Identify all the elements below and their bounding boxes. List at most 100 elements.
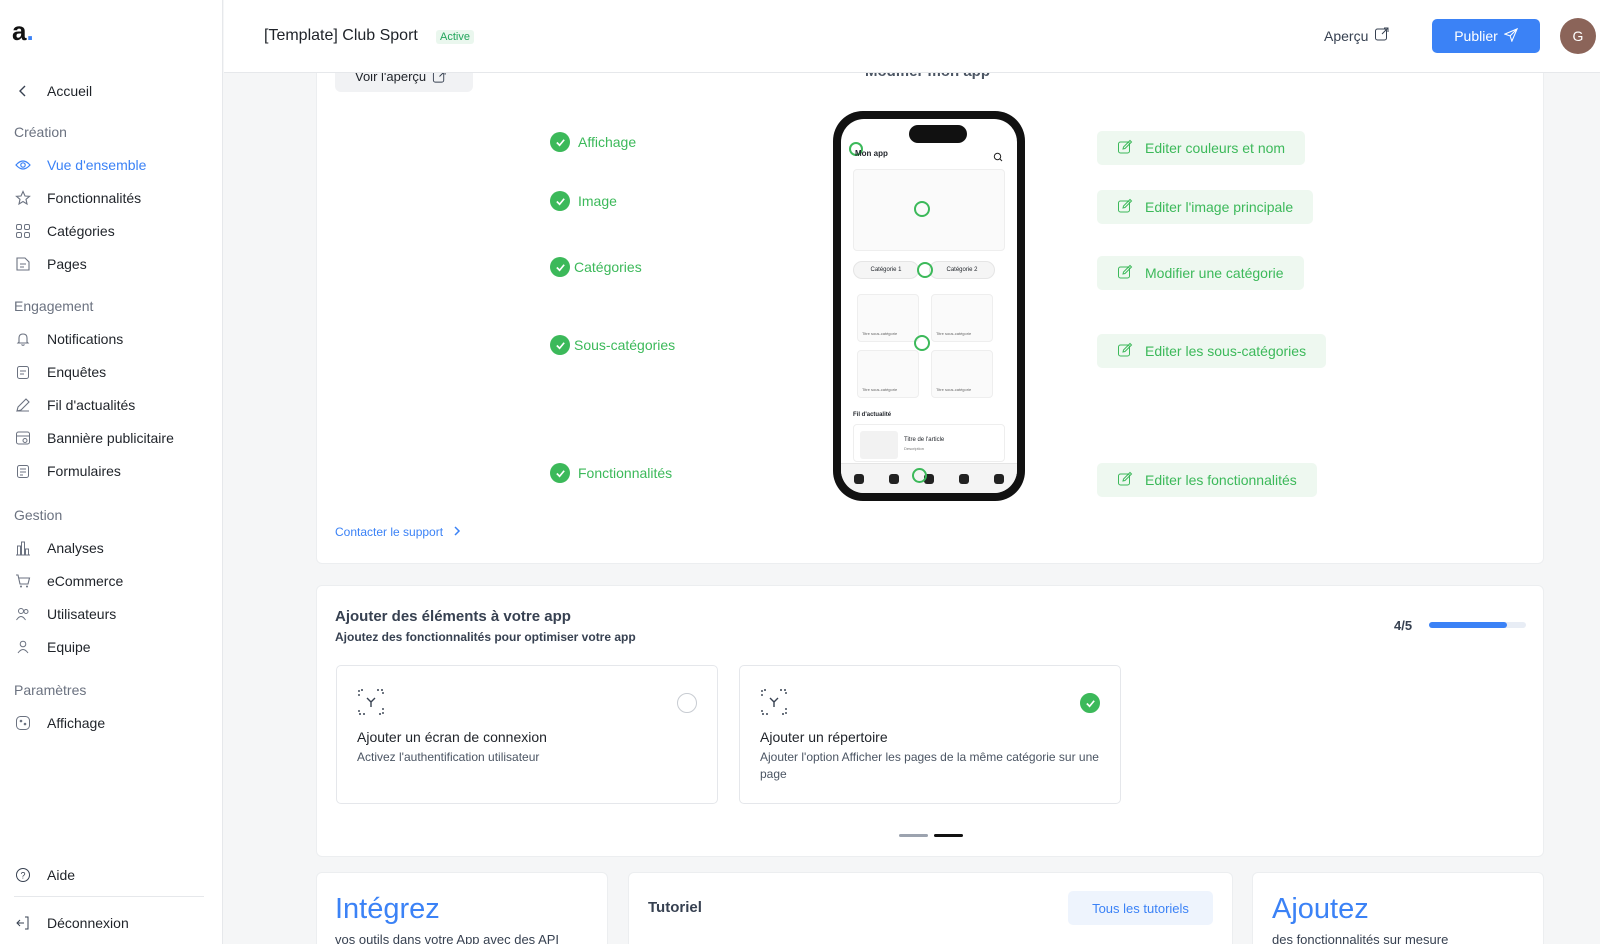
phone-article-title: Titre de l'article [904, 437, 945, 443]
sidebar-item-label: Pages [47, 256, 87, 272]
form-icon [14, 462, 32, 480]
edit-category-button[interactable]: Modifier une catégorie [1097, 256, 1304, 290]
sidebar-item-surveys[interactable]: Enquêtes [14, 361, 106, 383]
element-card-directory[interactable]: Ajouter un répertoire Ajouter l'option A… [739, 665, 1121, 804]
edit-colors-button[interactable]: Editer couleurs et nom [1097, 131, 1306, 165]
carousel-dot[interactable] [899, 834, 928, 837]
edit-subcategories-button[interactable]: Editer les sous-catégories [1097, 334, 1327, 368]
edit-image-button[interactable]: Editer l'image principale [1097, 190, 1314, 224]
check-icon [550, 257, 570, 277]
sidebar-item-notifications[interactable]: Notifications [14, 328, 123, 350]
phone-category-chip: Catégorie 2 [929, 261, 995, 279]
svg-text:?: ? [20, 871, 25, 881]
avatar[interactable]: G [1560, 18, 1596, 54]
carousel-dot-active[interactable] [934, 834, 963, 837]
carousel-dots [899, 834, 963, 837]
phone-screen: Mon app Catégorie 1 Catégorie 2 Titre so… [841, 119, 1017, 493]
sidebar-item-label: Catégories [47, 223, 115, 239]
section-title-creation: Création [14, 124, 67, 140]
sidebar-item-users[interactable]: Utilisateurs [14, 603, 116, 625]
check-icon [550, 132, 570, 152]
support-label: Contacter le support [335, 525, 444, 539]
edit-icon [1117, 342, 1133, 361]
progress-bar [1429, 622, 1526, 628]
add-custom-desc: des fonctionnalités sur mesure [1272, 932, 1449, 944]
send-icon [1503, 27, 1518, 45]
banner-icon [14, 429, 32, 447]
phone-article-desc: Description [904, 446, 925, 451]
sidebar-item-label: Vue d'ensemble [47, 157, 147, 173]
sidebar-item-news[interactable]: Fil d'actualités [14, 394, 135, 416]
phone-category-chip: Catégorie 1 [853, 261, 919, 279]
sidebar-item-label: Formulaires [47, 463, 121, 479]
group-icon [959, 473, 970, 484]
sidebar-item-banner[interactable]: Bannière publicitaire [14, 427, 174, 449]
sidebar-item-ecommerce[interactable]: eCommerce [14, 570, 123, 592]
sidebar-item-label: Affichage [47, 715, 106, 731]
sidebar-item-label: Aide [47, 867, 76, 883]
feature-label: Image [578, 193, 617, 209]
section-title-parametres: Paramètres [14, 682, 87, 698]
sidebar-item-help[interactable]: ? Aide [14, 864, 75, 886]
sidebar-item-label: Analyses [47, 540, 104, 556]
sidebar-item-pages[interactable]: Pages [14, 253, 87, 275]
publish-button[interactable]: Publier [1432, 19, 1540, 53]
phone-tabbar [841, 463, 1017, 493]
element-card-login[interactable]: Ajouter un écran de connexion Activez l'… [336, 665, 718, 804]
status-badge: Active [436, 30, 474, 44]
sidebar-item-analytics[interactable]: Analyses [14, 537, 104, 559]
element-title: Ajouter un répertoire [760, 729, 888, 745]
integrate-desc: vos outils dans votre App avec des API [335, 932, 560, 944]
edit-features-button[interactable]: Editer les fonctionnalités [1097, 463, 1317, 497]
contact-support-link[interactable]: Contacter le support [335, 525, 461, 539]
bell-icon [14, 330, 32, 348]
sidebar-item-logout[interactable]: Déconnexion [14, 912, 129, 934]
sidebar-item-label: Bannière publicitaire [47, 430, 174, 446]
sidebar-item-label: Accueil [47, 83, 93, 99]
element-toggle[interactable] [677, 693, 697, 713]
sidebar-item-label: Utilisateurs [47, 606, 117, 622]
sidebar-item-overview[interactable]: Vue d'ensemble [14, 154, 146, 176]
hotspot-features[interactable] [912, 468, 927, 483]
sidebar-item-home[interactable]: Accueil [14, 80, 92, 102]
progress-label: 4/5 [1394, 618, 1413, 633]
sidebar-item-features[interactable]: Fonctionnalités [14, 187, 141, 209]
phone-app-name: Mon app [855, 149, 888, 158]
edit-label: Modifier une catégorie [1145, 265, 1284, 281]
phone-mockup: Mon app Catégorie 1 Catégorie 2 Titre so… [833, 111, 1025, 501]
edit-label: Editer les sous-catégories [1145, 343, 1307, 359]
hotspot-image[interactable] [914, 201, 930, 217]
edit-icon [1117, 198, 1133, 217]
app-logo[interactable]: a. [12, 16, 34, 47]
home-icon [853, 473, 864, 484]
phone-article: Titre de l'article Description [853, 424, 1005, 462]
help-icon: ? [14, 866, 32, 884]
palette-icon [14, 714, 32, 732]
add-elements-title: Ajouter des éléments à votre app [335, 608, 571, 625]
sidebar-item-categories[interactable]: Catégories [14, 220, 115, 242]
feature-label: Fonctionnalités [578, 465, 673, 481]
cart-icon [14, 572, 32, 590]
phone-subcategory-tile: Titre sous-catégorie [931, 350, 993, 398]
all-tutorials-button[interactable]: Tous les tutoriels [1068, 891, 1213, 925]
sidebar-item-forms[interactable]: Formulaires [14, 460, 121, 482]
edit-icon [1117, 471, 1133, 490]
feature-categories: Catégories [550, 257, 642, 277]
integrate-title: Intégrez [335, 893, 440, 925]
hotspot-categories[interactable] [917, 262, 933, 278]
sidebar-item-team[interactable]: Equipe [14, 636, 91, 658]
preview-link[interactable]: Aperçu [1324, 26, 1390, 45]
edit-label: Editer l'image principale [1145, 199, 1294, 215]
preview-link-label: Aperçu [1324, 27, 1369, 44]
element-desc: Activez l'authentification utilisateur [357, 750, 540, 764]
app-title: [Template] Club Sport [264, 27, 418, 44]
check-icon [550, 191, 570, 211]
sidebar-item-display[interactable]: Affichage [14, 712, 105, 734]
eye-icon [14, 156, 32, 174]
phone-news-section: Fil d'actualité [853, 412, 892, 418]
user-icon [14, 638, 32, 656]
user-icon [994, 473, 1005, 484]
hotspot-subcategories[interactable] [914, 335, 930, 351]
element-toggle-checked[interactable] [1080, 693, 1100, 713]
search-icon [993, 149, 1003, 167]
